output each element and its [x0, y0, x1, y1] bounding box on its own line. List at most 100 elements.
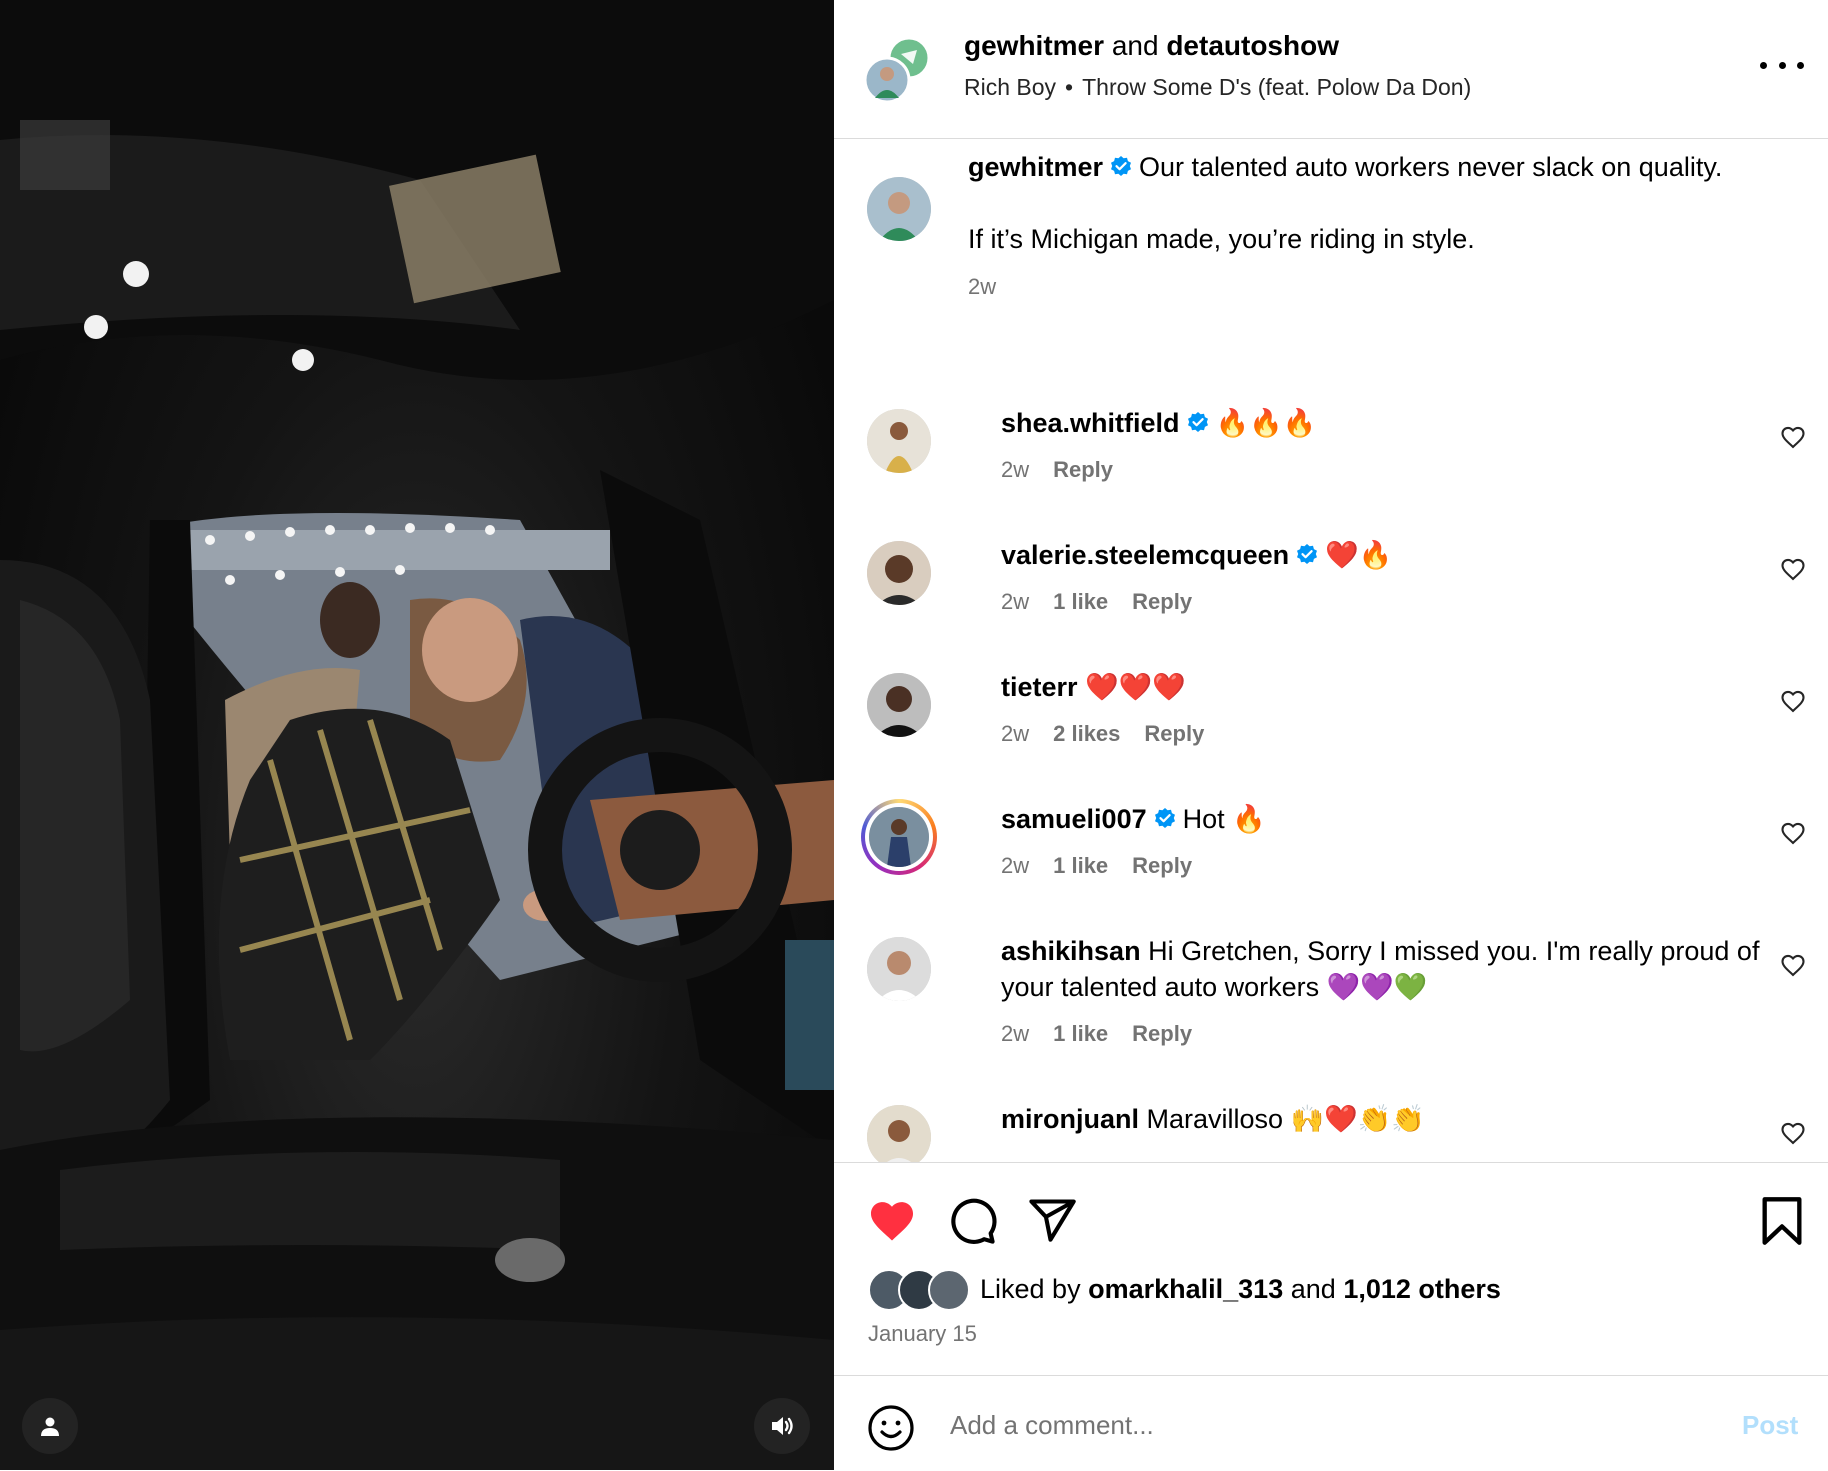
comment-meta: 2w Reply — [1001, 457, 1137, 483]
comment-body: ❤️🔥 — [1325, 540, 1393, 570]
comment-username[interactable]: tieterr — [1001, 672, 1078, 702]
speaker-icon — [772, 1417, 793, 1435]
audio-attribution[interactable]: Rich Boy • Throw Some D's (feat. Polow Da … — [964, 74, 1471, 101]
like-comment-heart-icon[interactable] — [1779, 1119, 1807, 1147]
comment-text: mironjuanl Maravilloso 🙌❤️👏👏 — [1001, 1101, 1761, 1137]
avatar[interactable] — [867, 409, 931, 473]
heart-filled-icon[interactable] — [866, 1195, 918, 1247]
comment-username[interactable]: ashikihsan — [1001, 936, 1141, 966]
caption-line-2: If it’s Michigan made, you’re riding in … — [968, 224, 1475, 254]
comment-like-count[interactable]: 1 like — [1053, 853, 1108, 878]
liked-by-summary[interactable]: Liked by omarkhalil_313 and 1,012 others — [868, 1269, 1501, 1311]
caption-username[interactable]: gewhitmer — [968, 152, 1103, 182]
comment-username[interactable]: mironjuanl — [1001, 1104, 1139, 1134]
comment-body: Maravilloso 🙌❤️👏👏 — [1146, 1104, 1426, 1134]
car-interior-video-frame — [0, 0, 834, 1470]
post-detail-panel: gewhitmer and detautoshow Rich Boy • Throw… — [834, 0, 1828, 1470]
comment-meta: 2w 1 like Reply — [1001, 589, 1216, 615]
audio-toggle-button[interactable] — [754, 1398, 810, 1454]
comment-like-count[interactable]: 2 likes — [1053, 721, 1120, 746]
comment-text: ashikihsan Hi Gretchen, Sorry I missed y… — [1001, 933, 1761, 1005]
liked-by-prefix: Liked by — [980, 1273, 1081, 1304]
like-comment-heart-icon[interactable] — [1779, 687, 1807, 715]
tagged-users-button[interactable] — [22, 1398, 78, 1454]
reply-button[interactable]: Reply — [1053, 457, 1113, 482]
comment-time[interactable]: 2w — [1001, 721, 1029, 746]
comment-username[interactable]: samueli007 — [1001, 804, 1147, 834]
comment-username[interactable]: shea.whitfield — [1001, 408, 1180, 438]
liked-by-others[interactable]: 1,012 others — [1343, 1274, 1501, 1305]
avatar[interactable] — [867, 673, 931, 737]
avatar — [928, 1269, 970, 1311]
caption-text: gewhitmer Our talented auto workers never… — [968, 149, 1728, 305]
comment-item: valerie.steelemcqueen ❤️🔥 2w 1 like Reply — [867, 540, 1817, 651]
bookmark-icon[interactable] — [1760, 1195, 1804, 1247]
liked-by-user[interactable]: omarkhalil_313 — [1088, 1274, 1283, 1305]
comment-time[interactable]: 2w — [1001, 853, 1029, 878]
comment-meta: 2w 1 like Reply — [1001, 1021, 1216, 1047]
comment-time[interactable]: 2w — [1001, 457, 1029, 482]
author-joiner: and — [1111, 30, 1159, 61]
reply-button[interactable]: Reply — [1132, 853, 1192, 878]
post-authors: gewhitmer and detautoshow — [964, 30, 1339, 62]
post-comment-button[interactable]: Post — [1742, 1410, 1798, 1441]
comment-bubble-icon[interactable] — [946, 1195, 998, 1247]
comments-list[interactable]: gewhitmer Our talented auto workers never… — [834, 139, 1828, 1162]
avatar[interactable] — [869, 807, 929, 867]
comment-like-count[interactable]: 1 like — [1053, 1021, 1108, 1046]
author-link[interactable]: gewhitmer — [964, 30, 1104, 61]
comment-composer: Post — [834, 1375, 1828, 1471]
comment-body: Hot 🔥 — [1182, 804, 1266, 834]
comment-item: mironjuanl Maravilloso 🙌❤️👏👏 — [867, 1104, 1817, 1162]
post-video[interactable] — [0, 0, 834, 1470]
comment-input[interactable] — [948, 1398, 1672, 1452]
comment-item: samueli007 Hot 🔥 2w 1 like Reply — [861, 799, 1817, 915]
collaborator-link[interactable]: detautoshow — [1166, 30, 1339, 61]
comment-item: tieterr ❤️❤️❤️ 2w 2 likes Reply — [867, 672, 1817, 783]
audio-track: Throw Some D's (feat. Polow Da Don) — [1082, 74, 1472, 100]
verified-badge-icon — [1111, 156, 1132, 176]
avatar[interactable] — [867, 1105, 931, 1162]
comment-meta: 2w 1 like Reply — [1001, 853, 1216, 879]
post-actions: Liked by omarkhalil_313 and 1,012 others… — [834, 1162, 1828, 1376]
comment-item: ashikihsan Hi Gretchen, Sorry I missed y… — [867, 936, 1817, 1087]
avatar[interactable] — [867, 541, 931, 605]
reply-button[interactable]: Reply — [1132, 589, 1192, 614]
like-comment-heart-icon[interactable] — [1779, 819, 1807, 847]
audio-separator: • — [1065, 74, 1074, 100]
paper-plane-icon[interactable] — [1026, 1195, 1078, 1247]
caption-time[interactable]: 2w — [968, 274, 996, 299]
avatar[interactable] — [867, 177, 931, 241]
comment-body: 🔥🔥🔥 — [1215, 408, 1317, 438]
collab-avatars[interactable] — [863, 36, 933, 104]
like-comment-heart-icon[interactable] — [1779, 555, 1807, 583]
comment-time[interactable]: 2w — [1001, 1021, 1029, 1046]
comment-text: valerie.steelemcqueen ❤️🔥 — [1001, 537, 1761, 573]
like-comment-heart-icon[interactable] — [1779, 423, 1807, 451]
liked-by-joiner: and — [1290, 1273, 1336, 1304]
audio-artist: Rich Boy — [964, 74, 1057, 100]
comment-meta: 2w 2 likes Reply — [1001, 721, 1228, 747]
more-options-icon — [1760, 61, 1767, 69]
comment-text: tieterr ❤️❤️❤️ — [1001, 669, 1761, 705]
reply-button[interactable]: Reply — [1144, 721, 1204, 746]
user-tag-icon — [41, 1417, 59, 1436]
liker-avatars — [868, 1269, 970, 1311]
comment-username[interactable]: valerie.steelemcqueen — [1001, 540, 1289, 570]
post-header: gewhitmer and detautoshow Rich Boy • Throw… — [834, 0, 1828, 139]
post-date[interactable]: January 15 — [868, 1321, 977, 1347]
avatar[interactable] — [867, 937, 931, 1001]
comment-time[interactable]: 2w — [1001, 589, 1029, 614]
smiley-icon[interactable] — [867, 1404, 915, 1452]
verified-badge-icon — [1187, 412, 1208, 432]
comment-text: samueli007 Hot 🔥 — [1001, 801, 1761, 837]
reply-button[interactable]: Reply — [1132, 1021, 1192, 1046]
comment-like-count[interactable]: 1 like — [1053, 589, 1108, 614]
verified-badge-icon — [1297, 544, 1318, 564]
caption-meta: 2w — [968, 269, 1728, 305]
verified-badge-icon — [1154, 808, 1175, 828]
caption-line-1: Our talented auto workers never slack on… — [1139, 152, 1723, 182]
more-options-button[interactable] — [1760, 50, 1804, 80]
comment-item: shea.whitfield 🔥🔥🔥 2w Reply — [867, 408, 1817, 519]
like-comment-heart-icon[interactable] — [1779, 951, 1807, 979]
